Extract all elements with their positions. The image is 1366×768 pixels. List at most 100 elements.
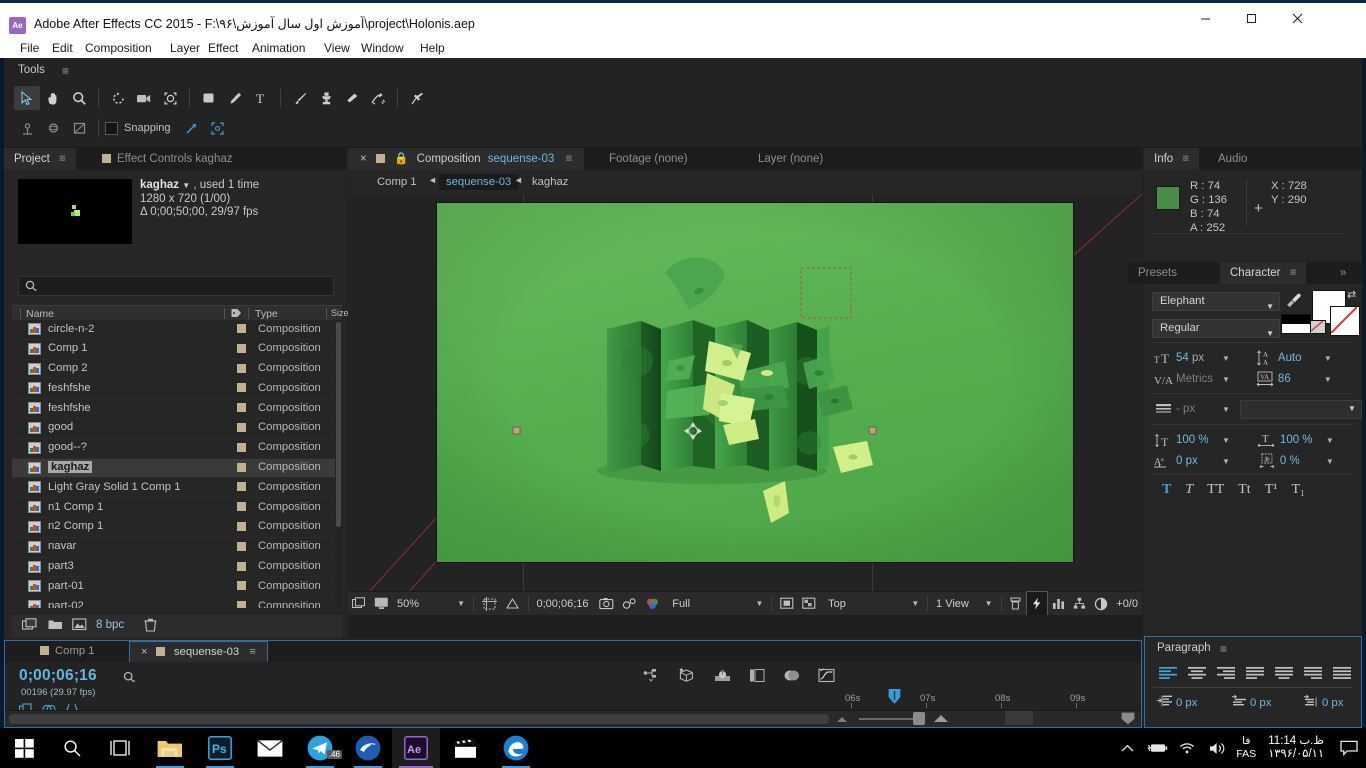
project-list-item[interactable]: good--? Composition: [12, 438, 342, 459]
tab-footage[interactable]: Footage (none): [597, 148, 700, 170]
grid-guides-icon[interactable]: [478, 592, 501, 615]
font-style-select[interactable]: Regular ▼: [1152, 319, 1280, 338]
file-explorer-icon[interactable]: [146, 728, 194, 768]
chevron-down-icon[interactable]: ▼: [1222, 457, 1230, 466]
zoom-out-icon[interactable]: [835, 713, 849, 727]
clone-stamp-tool[interactable]: [313, 86, 339, 110]
chevron-down-icon[interactable]: ▼: [1222, 354, 1230, 363]
composition-viewer[interactable]: 50% ▼ 0;00;06;16 Full ▼ Top ▼ 1 View ▼ +…: [348, 194, 1142, 615]
zoom-in-icon[interactable]: [933, 713, 951, 727]
project-scrollbar[interactable]: [335, 320, 342, 608]
align-right-button[interactable]: [1215, 665, 1236, 681]
zoom-tool[interactable]: [66, 86, 92, 110]
item-label-swatch[interactable]: [237, 462, 246, 472]
camera-tool[interactable]: [131, 86, 157, 110]
pixel-aspect-icon[interactable]: [1005, 592, 1026, 615]
justify-last-left-button[interactable]: [1244, 665, 1265, 681]
new-3d-layer-icon[interactable]: [678, 667, 696, 686]
baseline-shift-value[interactable]: 0 px: [1176, 455, 1222, 467]
breadcrumb-sequense-03[interactable]: sequense-03: [439, 174, 519, 190]
column-size[interactable]: Size: [331, 308, 349, 318]
wifi-icon[interactable]: [1172, 728, 1202, 768]
selection-tool[interactable]: [14, 86, 40, 110]
menu-animation[interactable]: Animation: [246, 38, 311, 58]
chevron-down-icon[interactable]: ▼: [1326, 436, 1334, 445]
zoom-level[interactable]: 50%: [393, 592, 447, 615]
chevron-down-icon[interactable]: ▼: [1324, 375, 1332, 384]
mail-icon[interactable]: [246, 728, 294, 768]
project-list-item[interactable]: kaghaz Composition: [12, 458, 342, 479]
zoom-slider-handle[interactable]: [913, 712, 925, 725]
tray-chevron-icon[interactable]: [1112, 728, 1142, 768]
close-tab-icon[interactable]: ×: [360, 153, 367, 165]
roto-brush-tool[interactable]: [365, 86, 391, 110]
indent-right-value[interactable]: 0 px: [1322, 697, 1343, 709]
monitor-icon[interactable]: [370, 592, 393, 615]
resolution-dropdown-icon[interactable]: ▼: [746, 592, 768, 615]
start-button[interactable]: [0, 728, 48, 768]
project-panel-menu-icon[interactable]: ≡: [59, 153, 66, 165]
menu-effect[interactable]: Effect: [202, 38, 244, 58]
item-label-swatch[interactable]: [237, 324, 246, 333]
timeline-search-icon[interactable]: [123, 671, 137, 688]
type-tool[interactable]: T: [248, 86, 274, 110]
stroke-width-value[interactable]: - px: [1176, 403, 1222, 415]
tab-project[interactable]: Project ≡: [4, 148, 76, 170]
photoshop-icon[interactable]: Ps: [196, 728, 244, 768]
maximize-button[interactable]: [1228, 3, 1274, 33]
battery-icon[interactable]: [1142, 728, 1172, 768]
composition-artboard[interactable]: [437, 203, 1073, 562]
tab-effect-controls[interactable]: Effect Controls kaghaz: [92, 148, 243, 170]
channels-icon[interactable]: [641, 592, 664, 615]
all-caps-button[interactable]: TT: [1207, 482, 1224, 498]
breadcrumb-comp-1[interactable]: Comp 1: [370, 174, 424, 190]
subscript-button[interactable]: T₁: [1291, 482, 1304, 498]
exposure-offset[interactable]: +0/0: [1112, 592, 1142, 615]
no-fill-swatch[interactable]: [1310, 320, 1326, 334]
project-list-item[interactable]: part3 Composition: [12, 557, 342, 578]
close-tab-icon[interactable]: ×: [141, 646, 148, 658]
indent-left-value[interactable]: 0 px: [1176, 697, 1197, 709]
telegram-icon[interactable]: .46: [296, 728, 344, 768]
superscript-button[interactable]: T¹: [1265, 482, 1278, 498]
project-list-item[interactable]: feshfshe Composition: [12, 379, 342, 400]
menu-edit[interactable]: Edit: [46, 38, 79, 58]
breadcrumb-arrow-icon[interactable]: ◄: [428, 175, 437, 185]
snapping-checkbox[interactable]: [105, 121, 118, 135]
project-file-list[interactable]: circle-n-2 Composition Comp 1 Composition Co…: [12, 320, 342, 608]
leading-value[interactable]: Auto: [1278, 352, 1324, 364]
project-search-input[interactable]: [18, 276, 334, 296]
item-label-swatch[interactable]: [237, 383, 246, 393]
region-preview-icon[interactable]: [776, 592, 798, 615]
tab-info[interactable]: Info ≡: [1144, 148, 1200, 170]
menu-help[interactable]: Help: [414, 38, 451, 58]
project-list-item[interactable]: good Composition: [12, 418, 342, 439]
mask-tool[interactable]: [66, 116, 92, 140]
project-list-item[interactable]: navar Composition: [12, 537, 342, 558]
item-label-swatch[interactable]: [237, 403, 246, 413]
column-type[interactable]: Type: [255, 308, 278, 320]
item-label-swatch[interactable]: [237, 601, 246, 608]
hand-tool[interactable]: [40, 86, 66, 110]
project-list-item[interactable]: n2 Comp 1 Composition: [12, 517, 342, 538]
swap-colors-icon[interactable]: ⇄: [1347, 288, 1356, 301]
justify-last-center-button[interactable]: [1273, 665, 1294, 681]
kerning-value[interactable]: Metrics: [1176, 373, 1222, 385]
chevron-down-icon[interactable]: ▼: [1222, 405, 1230, 414]
view-axis-value[interactable]: Top: [820, 592, 901, 615]
align-center-button[interactable]: [1186, 665, 1207, 681]
item-label-swatch[interactable]: [237, 482, 246, 492]
view-count-value[interactable]: 1 View: [932, 592, 975, 615]
color-depth-label[interactable]: 8 bpc: [96, 619, 124, 631]
horizontal-scale-value[interactable]: 100 %: [1280, 434, 1326, 446]
comp-flowchart-icon[interactable]: [1069, 592, 1090, 615]
align-left-button[interactable]: [1157, 665, 1178, 681]
vertical-scale-value[interactable]: 100 %: [1176, 434, 1222, 446]
time-indicator-playhead[interactable]: [888, 689, 901, 705]
item-label-swatch[interactable]: [237, 343, 246, 353]
timeline-horizontal-scrollbar[interactable]: [5, 710, 1141, 727]
column-name[interactable]: Name: [26, 308, 54, 320]
media-player-icon[interactable]: [442, 728, 490, 768]
panel-overflow-icon[interactable]: »: [1330, 262, 1357, 284]
motion-blur-icon[interactable]: [714, 668, 731, 686]
